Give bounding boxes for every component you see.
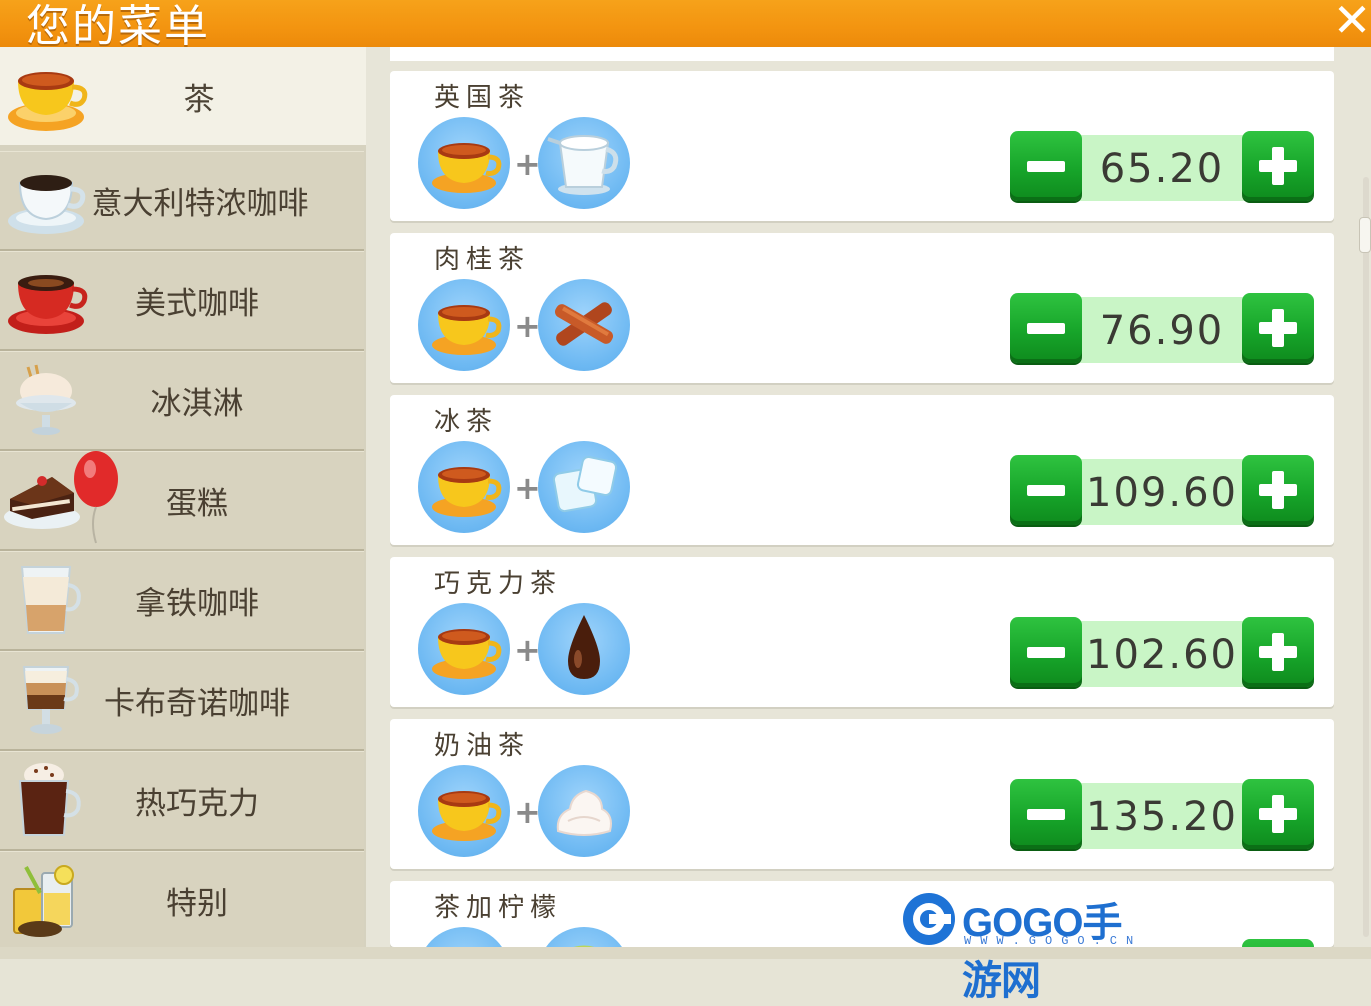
- decrease-price-button[interactable]: [1010, 131, 1082, 201]
- price-value: 102.60: [1086, 632, 1238, 678]
- minus-icon: [1027, 322, 1065, 334]
- menu-header: 您的菜单 ✕: [0, 0, 1371, 52]
- watermark-logo-icon: [903, 893, 955, 945]
- sidebar-item-hot-chocolate[interactable]: 热巧克力: [0, 751, 364, 851]
- price-value: 135.20: [1086, 794, 1238, 840]
- tea-cup-icon: [8, 72, 88, 131]
- plus-icon: [1259, 309, 1297, 347]
- lemon-icon: [538, 927, 630, 947]
- scrollbar-track[interactable]: [1363, 177, 1369, 937]
- minus-icon: [1027, 484, 1065, 496]
- tea-ingredient-icon: [418, 603, 510, 695]
- minus-icon: [1027, 646, 1065, 658]
- tea-ingredient-icon: [418, 279, 510, 371]
- minus-icon: [1027, 160, 1065, 172]
- recipe-name: 巧克力茶: [434, 569, 563, 599]
- tea-ingredient-icon: [418, 927, 510, 947]
- decrease-price-button[interactable]: [1010, 293, 1082, 363]
- sidebar-item-latte[interactable]: 拿铁咖啡: [0, 551, 364, 651]
- scrollbar-thumb[interactable]: [1359, 217, 1371, 253]
- sidebar-item-cappuccino[interactable]: 卡布奇诺咖啡: [0, 651, 364, 751]
- plus-symbol: +: [514, 469, 541, 507]
- increase-price-button[interactable]: [1242, 779, 1314, 849]
- americano-cup-icon: [8, 275, 88, 334]
- price-value: 109.60: [1086, 470, 1238, 516]
- sidebar-item-cake[interactable]: 蛋糕: [0, 451, 364, 551]
- recipe-card: 巧克力茶 + 102.60: [390, 557, 1334, 707]
- increase-price-button[interactable]: [1242, 617, 1314, 687]
- plus-symbol: +: [514, 145, 541, 183]
- recipe-name: 肉桂茶: [434, 245, 531, 275]
- latte-glass-icon: [20, 566, 81, 634]
- plus-icon: [1259, 633, 1297, 671]
- price-value: 76.90: [1099, 308, 1225, 354]
- plus-icon: [1259, 795, 1297, 833]
- increase-price-button[interactable]: [1242, 455, 1314, 525]
- minus-icon: [1027, 808, 1065, 820]
- decrease-price-button[interactable]: [1010, 455, 1082, 525]
- sidebar-item-label: 美式咖啡: [135, 285, 259, 322]
- whipped-cream-icon: [538, 765, 630, 857]
- sidebar-item-espresso[interactable]: 意大利特浓咖啡: [0, 151, 364, 251]
- chocolate-drop-icon: [538, 603, 630, 695]
- recipe-card: 奶油茶 + 135.20: [390, 719, 1334, 869]
- sidebar-item-label: 蛋糕: [166, 485, 228, 522]
- page-title: 您的菜单: [26, 1, 210, 52]
- price-control: 135.20: [1010, 779, 1316, 851]
- recipe-card: 茶加柠檬: [390, 881, 1334, 947]
- close-icon[interactable]: ✕: [1333, 0, 1371, 43]
- recipe-name: 奶油茶: [434, 731, 531, 761]
- espresso-cup-icon: [8, 175, 86, 234]
- sidebar-item-americano[interactable]: 美式咖啡: [0, 251, 364, 351]
- card-top-edge: [390, 47, 1334, 61]
- sidebar-item-label: 拿铁咖啡: [135, 585, 259, 622]
- price-value: 65.20: [1099, 146, 1225, 192]
- ice-cubes-icon: [538, 441, 630, 533]
- plus-symbol: +: [514, 307, 541, 345]
- sidebar-item-special[interactable]: 特别: [0, 851, 364, 951]
- plus-icon: [1259, 147, 1297, 185]
- price-control: 109.60: [1010, 455, 1316, 527]
- plus-symbol: +: [514, 631, 541, 669]
- special-drinks-icon: [13, 865, 74, 937]
- watermark-brand: GOGO手游网: [962, 901, 1122, 1003]
- bottom-edge: [0, 947, 1371, 959]
- price-control: 76.90: [1010, 293, 1316, 365]
- sidebar-item-tea[interactable]: 茶: [0, 47, 368, 145]
- recipe-card: 冰茶 + 109.60: [390, 395, 1334, 545]
- cappuccino-glass-icon: [22, 666, 79, 734]
- price-control: 102.60: [1010, 617, 1316, 689]
- plus-symbol: +: [514, 793, 541, 831]
- watermark: GOGO手游网 WWW.GOGO.CN: [900, 890, 1150, 1003]
- sidebar-item-label: 卡布奇诺咖啡: [104, 685, 290, 722]
- tea-ingredient-icon: [418, 117, 510, 209]
- tea-ingredient-icon: [418, 765, 510, 857]
- recipe-card: 肉桂茶 + 76.90: [390, 233, 1334, 383]
- decrease-price-button[interactable]: [1010, 617, 1082, 687]
- plus-icon: [1259, 471, 1297, 509]
- increase-price-button[interactable]: [1242, 939, 1314, 947]
- sidebar-item-label: 特别: [166, 885, 228, 922]
- recipe-name: 茶加柠檬: [434, 893, 563, 923]
- sidebar-item-label: 冰淇淋: [150, 385, 244, 422]
- sidebar-item-ice-cream[interactable]: 冰淇淋: [0, 351, 364, 451]
- hot-chocolate-icon: [18, 763, 81, 836]
- sidebar-item-label: 茶: [183, 81, 215, 118]
- increase-price-button[interactable]: [1242, 293, 1314, 363]
- watermark-url: WWW.GOGO.CN: [964, 934, 1143, 948]
- recipe-card: 英国茶 + 65.20: [390, 71, 1334, 221]
- tea-ingredient-icon: [418, 441, 510, 533]
- recipe-name: 英国茶: [434, 83, 531, 113]
- category-sidebar: 茶 意大利特浓咖啡 美式咖啡 冰淇淋 蛋糕 拿铁咖啡 卡布奇诺咖啡 热巧克力 特…: [0, 47, 370, 951]
- milk-jug-icon: [538, 117, 630, 209]
- ice-cream-icon: [16, 364, 76, 435]
- sidebar-item-label: 意大利特浓咖啡: [91, 185, 309, 222]
- increase-price-button[interactable]: [1242, 131, 1314, 201]
- cinnamon-sticks-icon: [538, 279, 630, 371]
- price-control: 65.20: [1010, 131, 1316, 203]
- decrease-price-button[interactable]: [1010, 779, 1082, 849]
- sidebar-item-label: 热巧克力: [135, 785, 259, 822]
- recipe-list[interactable]: 英国茶 + 65.20 肉桂茶 + 76.90 冰茶 + 109.60 巧克力茶…: [366, 47, 1371, 947]
- recipe-name: 冰茶: [434, 407, 499, 437]
